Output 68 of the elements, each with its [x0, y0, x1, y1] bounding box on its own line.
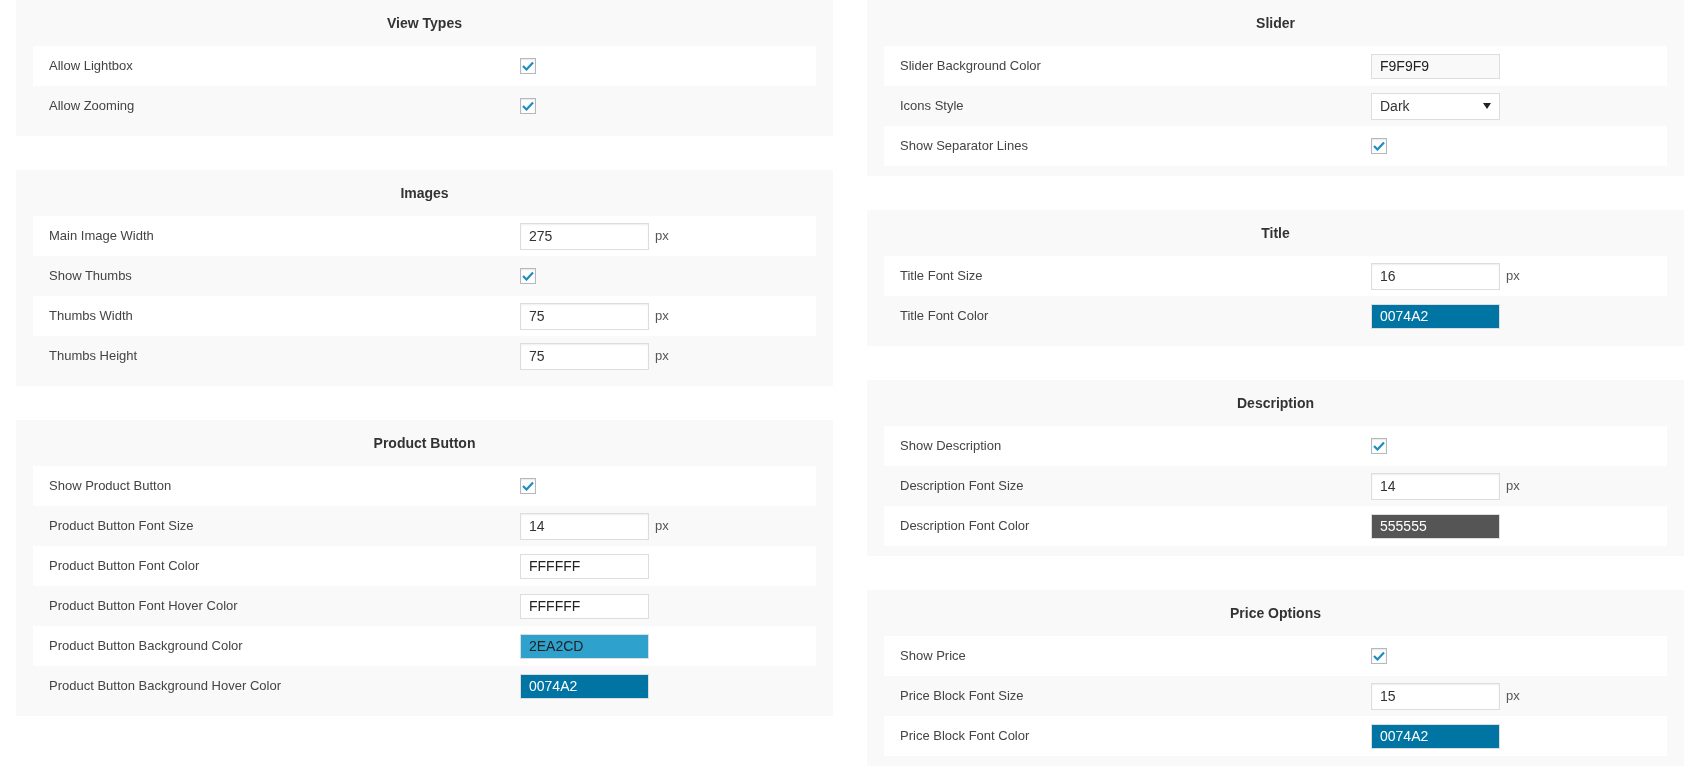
caret-icon	[1483, 103, 1491, 109]
checkmark-icon	[1373, 441, 1385, 451]
panel-title: Description	[1237, 393, 1314, 413]
setting-label: Slider Background Color	[899, 57, 1042, 76]
checkbox[interactable]	[520, 98, 536, 114]
setting-label: Product Button Background Hover Color	[48, 677, 282, 696]
setting-label: Title Font Color	[899, 307, 990, 326]
color-input[interactable]: FFFFFF	[520, 593, 649, 619]
unit-label: px	[1506, 687, 1520, 706]
setting-label: Allow Lightbox	[48, 57, 134, 76]
setting-label: Product Button Font Size	[48, 517, 195, 536]
setting-label: Main Image Width	[48, 227, 155, 246]
number-input[interactable]: 16	[1371, 262, 1500, 290]
select-dropdown[interactable]: Dark	[1371, 92, 1500, 120]
setting-label: Show Separator Lines	[899, 137, 1029, 156]
color-input[interactable]: 0074A2	[1371, 303, 1500, 329]
number-input[interactable]: 15	[1371, 682, 1500, 710]
panel-title: Images	[400, 183, 449, 203]
number-input[interactable]: 14	[1371, 472, 1500, 500]
number-input[interactable]: 75	[520, 342, 649, 370]
checkmark-icon	[1373, 141, 1385, 151]
checkbox[interactable]	[520, 478, 536, 494]
setting-label: Show Price	[899, 647, 967, 666]
unit-label: px	[655, 347, 669, 366]
color-input[interactable]: 2EA2CD	[520, 633, 649, 659]
setting-label: Price Block Font Size	[899, 687, 1025, 706]
panel-title: Price Options	[1230, 603, 1321, 623]
checkmark-icon	[522, 61, 534, 71]
unit-label: px	[655, 517, 669, 536]
panel-title: Slider	[1256, 13, 1295, 33]
color-input[interactable]: 0074A2	[520, 673, 649, 699]
number-input[interactable]: 75	[520, 302, 649, 330]
checkmark-icon	[522, 101, 534, 111]
unit-label: px	[1506, 477, 1520, 496]
unit-label: px	[1506, 267, 1520, 286]
color-input[interactable]: F9F9F9	[1371, 53, 1500, 79]
checkmark-icon	[522, 271, 534, 281]
number-input[interactable]: 275	[520, 222, 649, 250]
setting-label: Description Font Color	[899, 517, 1031, 536]
checkmark-icon	[1373, 651, 1385, 661]
checkbox[interactable]	[1371, 138, 1387, 154]
checkbox[interactable]	[520, 58, 536, 74]
unit-label: px	[655, 307, 669, 326]
setting-label: Description Font Size	[899, 477, 1025, 496]
checkmark-icon	[522, 481, 534, 491]
setting-label: Icons Style	[899, 97, 965, 116]
setting-label: Show Product Button	[48, 477, 173, 496]
setting-label: Product Button Font Color	[48, 557, 201, 576]
setting-label: Show Thumbs	[48, 267, 133, 286]
setting-label: Allow Zooming	[48, 97, 136, 116]
checkbox[interactable]	[520, 268, 536, 284]
setting-label: Show Description	[899, 437, 1003, 456]
color-input[interactable]: FFFFFF	[520, 553, 649, 579]
panel-title: View Types	[387, 13, 462, 33]
color-input[interactable]: 0074A2	[1371, 723, 1500, 749]
unit-label: px	[655, 227, 669, 246]
panel-title: Product Button	[373, 433, 476, 453]
checkbox[interactable]	[1371, 648, 1387, 664]
setting-label: Thumbs Height	[48, 347, 139, 366]
panel-title: Title	[1261, 223, 1290, 243]
setting-label: Product Button Background Color	[48, 637, 244, 656]
setting-label: Product Button Font Hover Color	[48, 597, 239, 616]
checkbox[interactable]	[1371, 438, 1387, 454]
color-input[interactable]: 555555	[1371, 513, 1500, 539]
setting-label: Title Font Size	[899, 267, 984, 286]
setting-label: Thumbs Width	[48, 307, 134, 326]
setting-label: Price Block Font Color	[899, 727, 1031, 746]
number-input[interactable]: 14	[520, 512, 649, 540]
